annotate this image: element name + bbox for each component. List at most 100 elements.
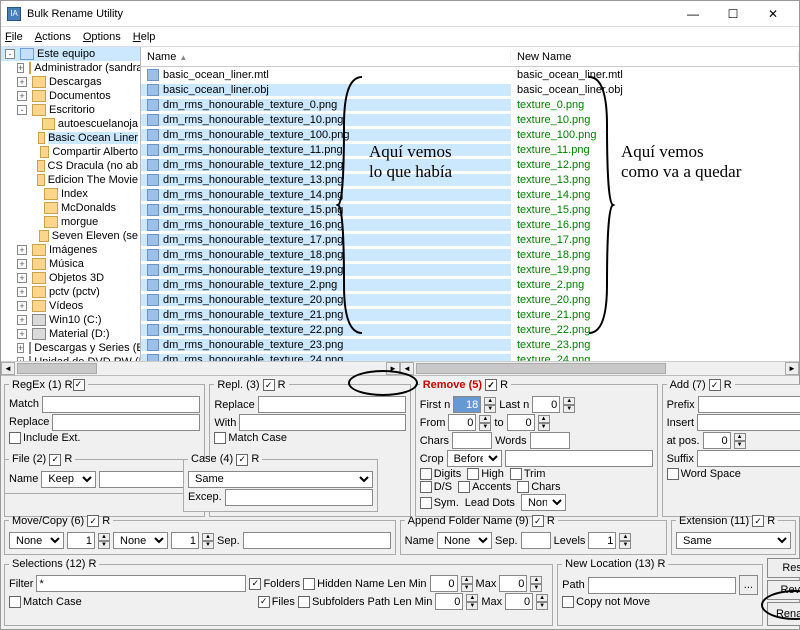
selections-filter-input[interactable] — [36, 575, 246, 592]
regex-replace-input[interactable] — [52, 414, 200, 431]
tree-item[interactable]: +Objetos 3D — [1, 271, 140, 285]
file-row[interactable]: basic_ocean_liner.mtlbasic_ocean_liner.m… — [141, 67, 799, 82]
tree-item[interactable]: +Música — [1, 257, 140, 271]
file-row[interactable]: dm_rms_honourable_texture_19.pngtexture_… — [141, 262, 799, 277]
menu-options[interactable]: Options — [83, 31, 121, 43]
regex-enable-check[interactable] — [73, 379, 85, 391]
movecopy-sep-input[interactable] — [243, 532, 391, 549]
remove-chars-input[interactable] — [452, 432, 492, 449]
tree-item[interactable]: +Descargas y Series (E — [1, 341, 140, 355]
tree-twisty-icon[interactable]: + — [17, 329, 27, 339]
remove-lastn-input[interactable] — [532, 396, 560, 413]
file-row[interactable]: dm_rms_honourable_texture_14.pngtexture_… — [141, 187, 799, 202]
tree-item[interactable]: Basic Ocean Liner — [1, 131, 140, 145]
case-excep-input[interactable] — [225, 489, 373, 506]
movecopy-n1-input[interactable] — [67, 532, 95, 549]
repl-enable-check[interactable] — [263, 379, 275, 391]
add-prefix-input[interactable] — [698, 396, 800, 413]
selections-namemin-input[interactable] — [430, 575, 458, 592]
file-row[interactable]: dm_rms_honourable_texture_2.pngtexture_2… — [141, 277, 799, 292]
tree-item[interactable]: Edicion The Movie — [1, 173, 140, 187]
tree-item[interactable]: +Descargas — [1, 75, 140, 89]
folder-tree[interactable]: -Este equipo+Administrador (sandra)+Desc… — [1, 47, 141, 361]
repl-replace-input[interactable] — [258, 396, 406, 413]
newlocation-browse-button[interactable]: ... — [739, 575, 758, 595]
tree-item[interactable]: +Administrador (sandra) — [1, 61, 140, 75]
file-row[interactable]: dm_rms_honourable_texture_18.pngtexture_… — [141, 247, 799, 262]
tree-twisty-icon[interactable]: + — [17, 77, 27, 87]
appendfolder-enable-check[interactable] — [532, 515, 544, 527]
file-row[interactable]: dm_rms_honourable_texture_17.pngtexture_… — [141, 232, 799, 247]
tree-item[interactable]: +Win10 (C:) — [1, 313, 140, 327]
movecopy-select2[interactable]: None — [113, 532, 168, 549]
appendfolder-name-select[interactable]: None — [437, 532, 492, 549]
maximize-button[interactable]: ☐ — [713, 2, 753, 26]
tree-item[interactable]: Seven Eleven (se — [1, 229, 140, 243]
file-row[interactable]: dm_rms_honourable_texture_15.pngtexture_… — [141, 202, 799, 217]
tree-item[interactable]: +Material (D:) — [1, 327, 140, 341]
file-row[interactable]: dm_rms_honourable_texture_10.pngtexture_… — [141, 112, 799, 127]
tree-item[interactable]: +pctv (pctv) — [1, 285, 140, 299]
minimize-button[interactable]: — — [673, 2, 713, 26]
movecopy-n2-input[interactable] — [171, 532, 199, 549]
tree-item[interactable]: Compartir Alberto — [1, 145, 140, 159]
tree-twisty-icon[interactable]: + — [17, 63, 24, 73]
revert-button[interactable]: Revert — [767, 580, 800, 600]
remove-to-input[interactable] — [507, 414, 535, 431]
repl-with-input[interactable] — [239, 414, 405, 431]
case-enable-check[interactable] — [236, 454, 248, 466]
remove-words-input[interactable] — [530, 432, 570, 449]
extension-enable-check[interactable] — [752, 515, 764, 527]
file-row[interactable]: basic_ocean_liner.objbasic_ocean_liner.o… — [141, 82, 799, 97]
horizontal-scrollbar[interactable]: ◄► ◄► — [1, 361, 799, 375]
add-atpos-input[interactable] — [703, 432, 731, 449]
tree-item[interactable]: CS Dracula (no ab — [1, 159, 140, 173]
file-row[interactable]: dm_rms_honourable_texture_24.pngtexture_… — [141, 352, 799, 361]
selections-subfolders-check[interactable] — [298, 596, 310, 608]
col-name[interactable]: Name ▲ — [141, 51, 511, 63]
tree-twisty-icon[interactable]: + — [17, 273, 27, 283]
selections-pathmax-input[interactable] — [505, 593, 533, 610]
remove-from-input[interactable] — [448, 414, 476, 431]
regex-include-ext-check[interactable] — [9, 432, 21, 444]
movecopy-enable-check[interactable] — [87, 515, 99, 527]
selections-matchcase-check[interactable] — [9, 596, 21, 608]
selections-files-check[interactable] — [258, 596, 270, 608]
file-row[interactable]: dm_rms_honourable_texture_16.pngtexture_… — [141, 217, 799, 232]
newlocation-copy-check[interactable] — [562, 596, 574, 608]
tree-item[interactable]: +Imágenes — [1, 243, 140, 257]
tree-item[interactable]: +Vídeos — [1, 299, 140, 313]
add-enable-check[interactable] — [709, 379, 721, 391]
selections-folders-check[interactable] — [249, 578, 261, 590]
tree-twisty-icon[interactable]: + — [17, 315, 27, 325]
case-select[interactable]: Same — [188, 471, 373, 488]
appendfolder-sep-input[interactable] — [521, 532, 551, 549]
tree-twisty-icon[interactable]: + — [17, 287, 27, 297]
tree-item[interactable]: autoescuelanoja — [1, 117, 140, 131]
tree-twisty-icon[interactable]: + — [17, 245, 27, 255]
menu-file[interactable]: File — [5, 31, 23, 43]
file-row[interactable]: dm_rms_honourable_texture_100.pngtexture… — [141, 127, 799, 142]
file-row[interactable]: dm_rms_honourable_texture_0.pngtexture_0… — [141, 97, 799, 112]
tree-twisty-icon[interactable]: + — [17, 91, 27, 101]
col-newname[interactable]: New Name — [511, 51, 799, 63]
tree-twisty-icon[interactable]: - — [17, 105, 27, 115]
regex-match-input[interactable] — [42, 396, 200, 413]
file-row[interactable]: dm_rms_honourable_texture_23.pngtexture_… — [141, 337, 799, 352]
tree-item[interactable]: Index — [1, 187, 140, 201]
newlocation-path-input[interactable] — [588, 577, 736, 594]
tree-item[interactable]: -Este equipo — [1, 47, 140, 61]
file-row[interactable]: dm_rms_honourable_texture_12.pngtexture_… — [141, 157, 799, 172]
close-button[interactable]: ✕ — [753, 2, 793, 26]
remove-firstn-input[interactable] — [453, 396, 481, 413]
tree-twisty-icon[interactable]: - — [5, 49, 15, 59]
file-row[interactable]: dm_rms_honourable_texture_11.pngtexture_… — [141, 142, 799, 157]
file-enable-check[interactable] — [49, 454, 61, 466]
tree-twisty-icon[interactable]: + — [17, 343, 24, 353]
repl-matchcase-check[interactable] — [214, 432, 226, 444]
reset-button[interactable]: Reset — [767, 558, 800, 578]
file-name-select[interactable]: Keep — [41, 471, 96, 488]
menu-actions[interactable]: Actions — [35, 31, 71, 43]
add-insert-input[interactable] — [697, 414, 800, 431]
rename-button[interactable]: Rename — [767, 602, 800, 626]
